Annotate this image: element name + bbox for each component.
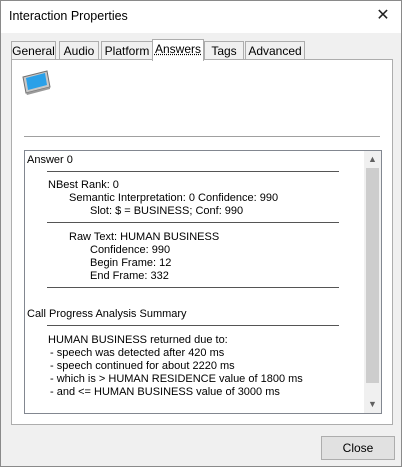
tab-answers[interactable]: Answers (152, 39, 204, 61)
tab-advanced[interactable]: Advanced (245, 41, 305, 60)
answer-heading: Answer 0 (27, 154, 73, 166)
dialog-window: Interaction Properties ✕ General Audio P… (0, 0, 402, 467)
answers-panel: Answer 0 NBest Rank: 0 Semantic Interpre… (11, 59, 393, 425)
slot-text: Slot: $ = BUSINESS; Conf: 990 (90, 205, 244, 217)
answers-content: Answer 0 NBest Rank: 0 Semantic Interpre… (25, 151, 363, 413)
window-title: Interaction Properties (9, 9, 128, 23)
end-frame: End Frame: 332 (90, 270, 169, 282)
cpa-line: - speech was detected after 420 ms (50, 347, 225, 359)
monitor-icon (22, 70, 51, 95)
raw-confidence: Confidence: 990 (90, 244, 171, 256)
close-button[interactable]: Close (321, 436, 395, 460)
raw-text: Raw Text: HUMAN BUSINESS (69, 231, 220, 243)
tab-general[interactable]: General (11, 41, 56, 60)
tab-platform[interactable]: Platform (101, 41, 153, 60)
separator (24, 136, 380, 138)
divider (47, 171, 339, 172)
tab-audio[interactable]: Audio (59, 41, 99, 60)
scroll-thumb[interactable] (366, 168, 379, 383)
begin-frame: Begin Frame: 12 (90, 257, 172, 269)
cpa-line: - which is > HUMAN RESIDENCE value of 18… (50, 373, 303, 385)
cpa-heading: Call Progress Analysis Summary (27, 308, 187, 320)
semantic-interpretation: Semantic Interpretation: 0 Confidence: 9… (69, 192, 279, 204)
cpa-line: - and <= HUMAN BUSINESS value of 3000 ms (50, 386, 280, 398)
nbest-rank: NBest Rank: 0 (48, 179, 119, 191)
cpa-line: - speech continued for about 2220 ms (50, 360, 235, 372)
scroll-up-icon[interactable]: ▲ (364, 151, 381, 168)
divider (47, 287, 339, 288)
scroll-down-icon[interactable]: ▼ (364, 396, 381, 413)
cpa-result: HUMAN BUSINESS returned due to: (48, 334, 228, 346)
vertical-scrollbar[interactable]: ▲ ▼ (364, 151, 381, 413)
divider (47, 325, 339, 326)
close-icon[interactable]: ✕ (371, 5, 395, 27)
divider (47, 222, 339, 223)
answers-textbox[interactable]: Answer 0 NBest Rank: 0 Semantic Interpre… (24, 150, 382, 414)
tab-tags[interactable]: Tags (204, 41, 244, 60)
title-bar: Interaction Properties ✕ (1, 1, 401, 33)
